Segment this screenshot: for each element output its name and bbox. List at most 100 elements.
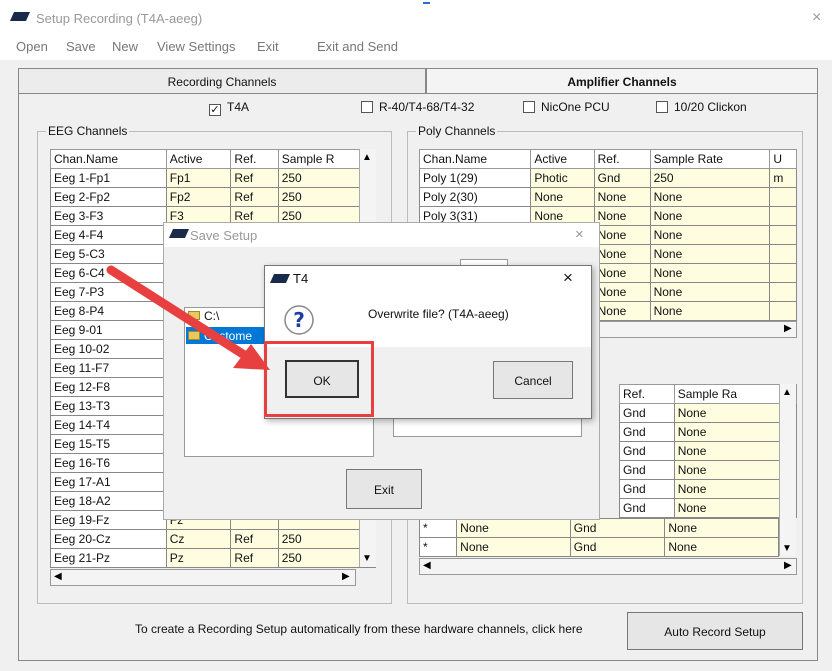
checkbox-box[interactable]: ✓ [209,104,221,116]
table-cell[interactable]: None [456,537,571,557]
table-cell[interactable]: Ref [230,529,279,549]
table-cell[interactable]: None [593,225,651,245]
table-cell[interactable]: Gnd [569,537,666,557]
lower-hscroll[interactable] [419,558,797,575]
menu-view-settings[interactable]: View Settings [157,39,236,54]
column-header[interactable]: Sample Rate [649,149,771,169]
table-cell[interactable]: Eeg 20-Cz [50,529,167,549]
table-cell[interactable]: Eeg 3-F3 [50,206,167,226]
checkbox-r40[interactable]: R-40/T4-68/T4-32 [361,100,474,114]
table-cell[interactable]: Gnd [619,422,675,442]
cancel-button[interactable]: Cancel [493,361,573,399]
lower-table[interactable]: Ref. Sample Ra Gnd None Gnd None Gnd None Gnd Non… [619,384,798,518]
scroll-left-icon[interactable]: ◀ [54,571,62,582]
table-cell[interactable]: Gnd [593,168,651,188]
table-cell[interactable] [769,282,797,302]
column-header[interactable]: Chan.Name [418,149,532,169]
table-cell[interactable]: Eeg 15-T5 [50,434,167,454]
table-cell[interactable]: None [456,518,571,538]
table-cell[interactable]: Eeg 4-F4 [50,225,167,245]
table-cell[interactable]: None [649,244,771,264]
table-cell[interactable]: Photic [530,168,595,188]
column-header[interactable]: Ref. [593,149,651,169]
table-cell[interactable] [769,225,797,245]
tab-amplifier-channels[interactable]: Amplifier Channels [426,68,818,94]
table-cell[interactable] [769,263,797,283]
column-header[interactable]: Chan.Name [50,149,167,169]
table-cell[interactable]: Gnd [619,498,675,518]
checkbox-t4a[interactable]: ✓ T4A [209,100,249,116]
scroll-up-icon[interactable]: ▲ [782,387,792,398]
scroll-left-icon[interactable]: ◀ [423,560,431,571]
table-cell[interactable]: Eeg 13-T3 [50,396,167,416]
table-cell[interactable]: * [418,537,458,557]
table-cell[interactable]: None [593,206,651,226]
table-cell[interactable]: Cz [165,529,232,549]
table-cell[interactable] [769,187,797,207]
table-row[interactable]: Gnd None [619,403,798,423]
checkbox-nicone[interactable]: NicOne PCU [523,100,610,114]
scroll-right-icon[interactable]: ▶ [784,323,792,334]
table-cell[interactable]: Ref [230,187,279,207]
extra-table[interactable]: * None Gnd None * None Gnd None [418,518,779,557]
table-cell[interactable]: Eeg 18-A2 [50,491,167,511]
table-cell[interactable]: None [649,301,771,321]
table-cell[interactable]: Poly 1(29) [418,168,532,188]
tab-recording-channels[interactable]: Recording Channels [18,68,426,94]
table-cell[interactable]: Eeg 21-Pz [50,548,167,568]
auto-record-setup-button[interactable]: Auto Record Setup [627,612,803,650]
table-cell[interactable]: Eeg 17-A1 [50,472,167,492]
table-cell[interactable]: None [649,206,771,226]
table-cell[interactable]: Eeg 16-T6 [50,453,167,473]
table-cell[interactable]: Eeg 12-F8 [50,377,167,397]
column-header[interactable]: U [769,149,797,169]
menu-save[interactable]: Save [66,39,96,54]
table-cell[interactable]: None [593,301,651,321]
table-row[interactable]: Gnd None [619,422,798,442]
table-cell[interactable]: Fp2 [165,187,232,207]
table-cell[interactable]: Pz [165,548,232,568]
scroll-right-icon[interactable]: ▶ [784,560,792,571]
column-header[interactable]: Active [530,149,595,169]
table-cell[interactable]: None [664,518,779,538]
table-cell[interactable]: Gnd [619,441,675,461]
table-cell[interactable]: None [664,537,779,557]
table-row[interactable]: Gnd None [619,498,798,518]
table-row[interactable]: Eeg 2-Fp2 Fp2 Ref 250 [50,187,377,207]
table-cell[interactable]: None [593,244,651,264]
lower-vscroll[interactable] [779,384,796,556]
table-cell[interactable]: * [418,518,458,538]
scroll-down-icon[interactable]: ▼ [782,543,792,554]
table-cell[interactable]: None [649,225,771,245]
table-cell[interactable]: None [593,187,651,207]
menu-exit[interactable]: Exit [257,39,279,54]
table-cell[interactable]: Gnd [619,403,675,423]
table-row[interactable]: Gnd None [619,479,798,499]
column-header[interactable]: Active [165,149,232,169]
table-cell[interactable]: Eeg 14-T4 [50,415,167,435]
table-cell[interactable]: Eeg 2-Fp2 [50,187,167,207]
menu-new[interactable]: New [112,39,138,54]
table-row[interactable]: Poly 2(30) None None None [418,187,797,207]
table-cell[interactable]: Eeg 19-Fz [50,510,167,530]
table-cell[interactable] [769,206,797,226]
table-cell[interactable] [769,301,797,321]
table-cell[interactable]: Poly 2(30) [418,187,532,207]
checkbox-box[interactable] [656,101,668,113]
table-row[interactable]: Eeg 21-Pz Pz Ref 250 [50,548,377,568]
close-icon[interactable]: × [812,9,821,27]
scroll-up-icon[interactable]: ▲ [362,152,372,163]
table-row[interactable]: Eeg 1-Fp1 Fp1 Ref 250 [50,168,377,188]
column-header[interactable]: Ref. [619,384,675,404]
menu-open[interactable]: Open [16,39,48,54]
close-icon[interactable]: × [563,268,573,288]
table-row[interactable]: Gnd None [619,460,798,480]
table-cell[interactable]: m [769,168,797,188]
table-cell[interactable]: Gnd [619,479,675,499]
table-cell[interactable]: Eeg 1-Fp1 [50,168,167,188]
table-cell[interactable] [769,244,797,264]
table-row[interactable]: Gnd None [619,441,798,461]
close-icon[interactable]: × [575,226,584,243]
table-cell[interactable]: Eeg 5-C3 [50,244,167,264]
table-cell[interactable]: None [649,187,771,207]
